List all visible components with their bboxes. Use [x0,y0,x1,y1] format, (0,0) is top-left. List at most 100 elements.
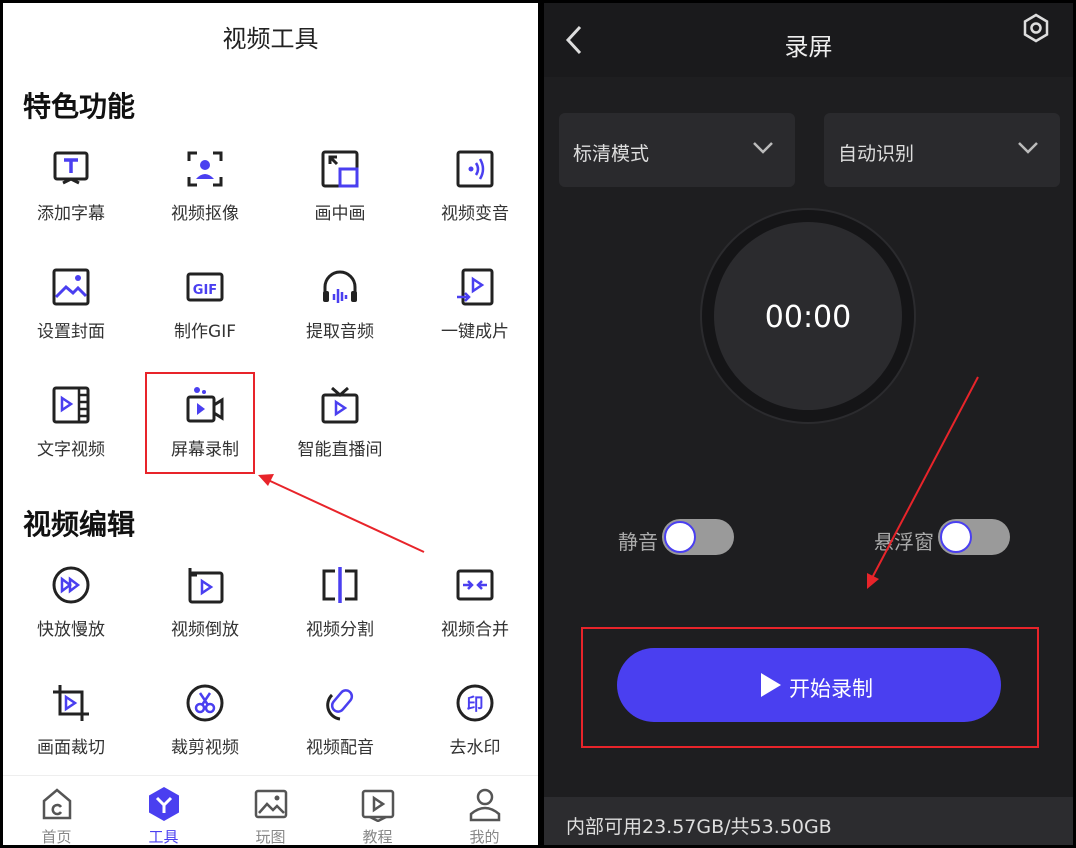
svg-text:GIF: GIF [193,283,217,298]
gif-icon: GIF [186,272,224,302]
tool-make-gif[interactable]: GIF 制作GIF [137,259,273,371]
tool-portrait-cutout[interactable]: 视频抠像 [137,141,273,253]
tool-label: 设置封面 [37,322,105,342]
toggle-knob [664,521,696,553]
tool-label: 文字视频 [37,440,105,460]
tab-label: 工具 [148,828,179,845]
tool-split[interactable]: 视频分割 [272,557,408,669]
tool-label: 画中画 [314,204,366,224]
reverse-icon [188,568,224,604]
tab-tutorials[interactable]: 教程 [324,776,431,845]
quality-dropdown[interactable]: 标清模式 [559,113,795,187]
tool-add-subtitle[interactable]: 添加字幕 [3,141,139,253]
floating-window-label: 悬浮窗 [874,530,934,554]
settings-gear-icon[interactable] [1021,13,1051,43]
live-tv-icon [321,386,359,424]
orientation-value: 自动识别 [838,143,915,165]
tool-label: 视频倒放 [171,620,239,640]
tool-merge[interactable]: 视频合并 [407,557,538,669]
home-icon [42,788,71,820]
toggle-knob [940,521,972,553]
timer-readout: 00:00 [764,300,852,335]
tab-label: 玩图 [255,828,286,845]
chevron-down-icon [1018,142,1038,154]
profile-icon [469,788,500,822]
one-click-video-icon [457,268,494,306]
cover-image-icon [52,268,90,306]
section-title-editing: 视频编辑 [23,508,136,541]
tab-label: 教程 [362,828,393,845]
tool-speed[interactable]: 快放慢放 [3,557,139,669]
tool-label: 视频分割 [306,620,374,640]
svg-text:印: 印 [467,695,484,715]
tool-label: 视频变音 [441,204,509,224]
tool-label: 提取音频 [306,322,374,342]
tool-label: 智能直播间 [297,440,383,460]
headphones-icon [323,270,357,303]
tool-label: 裁剪视频 [171,738,239,758]
image-icon [254,789,287,819]
text-video-icon [52,386,90,424]
dubbing-icon [326,689,354,721]
tool-label: 添加字幕 [37,204,105,224]
top-bar: 录屏 [544,3,1073,77]
orientation-dropdown[interactable]: 自动识别 [824,113,1060,187]
tool-label: 视频配音 [306,738,374,758]
tool-trim[interactable]: 裁剪视频 [137,675,273,787]
tool-text-video[interactable]: 文字视频 [3,377,139,489]
mute-toggle-row: 静音 [618,516,738,560]
play-icon [761,673,781,697]
tool-one-click-video[interactable]: 一键成片 [407,259,538,371]
watermark-remove-icon: 印 [456,684,494,722]
voice-change-icon [456,150,494,188]
tool-label: 去水印 [449,738,501,758]
split-icon [322,567,358,603]
page-title: 录屏 [784,33,833,61]
tool-live-studio[interactable]: 智能直播间 [272,377,408,489]
tool-label: 制作GIF [174,322,236,342]
tools-screen: 视频工具 特色功能 添加字幕 视频抠像 画中画 视频变音 设置封面 GIF 制作… [3,3,538,845]
highlight-screen-record [145,372,255,474]
tools-icon [148,787,179,821]
tool-voice-change[interactable]: 视频变音 [407,141,538,253]
tab-home[interactable]: 首页 [3,776,110,845]
bottom-tab-bar: 首页 工具 玩图 教程 我的 [3,775,538,845]
tool-label: 画面裁切 [37,738,105,758]
timer-face: 00:00 [714,222,902,410]
storage-info: 内部可用23.57GB/共53.50GB [566,816,832,838]
start-record-button[interactable]: 开始录制 [617,648,1001,722]
tool-set-cover[interactable]: 设置封面 [3,259,139,371]
picture-in-picture-icon [321,150,359,188]
portrait-cutout-icon [187,151,223,187]
merge-icon [456,569,494,601]
page-title: 视频工具 [222,25,319,53]
start-record-label: 开始录制 [789,677,873,701]
tab-images[interactable]: 玩图 [217,776,324,845]
tool-label: 视频合并 [441,620,509,640]
mute-toggle[interactable] [662,519,734,555]
tool-picture-in-picture[interactable]: 画中画 [272,141,408,253]
tool-crop[interactable]: 画面裁切 [3,675,139,787]
record-timer-dial: 00:00 [700,208,916,424]
chevron-down-icon [753,142,773,154]
section-title-featured: 特色功能 [23,90,136,123]
tutorial-icon [361,789,394,822]
tab-profile[interactable]: 我的 [431,776,538,845]
tab-label: 我的 [469,828,500,845]
tab-tools[interactable]: 工具 [110,776,217,845]
tab-label: 首页 [41,828,72,845]
tool-label: 视频抠像 [171,204,239,224]
storage-bar: 内部可用23.57GB/共53.50GB [544,797,1073,845]
tool-extract-audio[interactable]: 提取音频 [272,259,408,371]
crop-icon [53,685,89,721]
tool-reverse[interactable]: 视频倒放 [137,557,273,669]
tool-dubbing[interactable]: 视频配音 [272,675,408,787]
speed-icon [52,566,90,604]
tool-remove-watermark[interactable]: 印 去水印 [407,675,538,787]
screen-record-screen: 录屏 标清模式 自动识别 00:00 静音 悬浮窗 开始录制 内部可用23.57… [544,3,1073,845]
quality-value: 标清模式 [573,143,650,165]
floating-window-toggle[interactable] [938,519,1010,555]
subtitle-icon [53,151,89,185]
tool-label: 一键成片 [441,322,509,342]
floating-window-toggle-row: 悬浮窗 [874,516,1014,560]
